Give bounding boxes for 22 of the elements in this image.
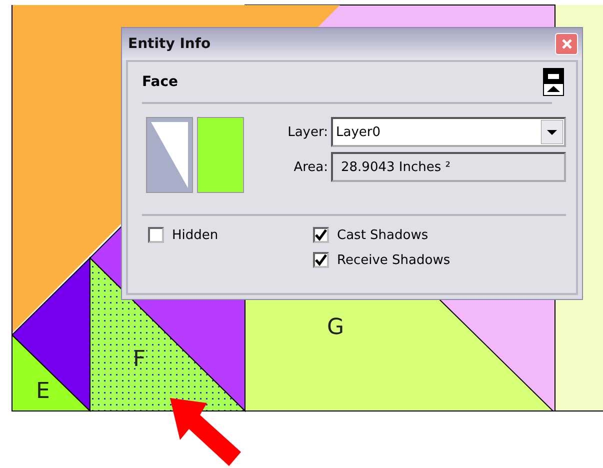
pointer-arrow bbox=[170, 398, 241, 466]
checkbox[interactable] bbox=[313, 252, 329, 268]
checkbox[interactable] bbox=[148, 227, 164, 243]
window-title: Entity Info bbox=[128, 36, 211, 52]
checkbox-option[interactable]: Receive Shadows bbox=[313, 252, 566, 268]
checkbox[interactable] bbox=[313, 227, 329, 243]
face-label: G bbox=[327, 315, 344, 340]
area-field: 28.9043 Inches ² bbox=[331, 152, 566, 182]
section-title: Face bbox=[142, 74, 178, 90]
layer-dropdown[interactable]: Layer0 bbox=[331, 117, 566, 147]
field-label: Layer: bbox=[286, 124, 328, 140]
close-button[interactable] bbox=[555, 33, 578, 55]
collapse-icon[interactable] bbox=[543, 68, 564, 96]
front-material-swatch[interactable] bbox=[197, 117, 244, 193]
face-label: F bbox=[133, 347, 146, 372]
face-label: E bbox=[36, 379, 50, 404]
field-label: Area: bbox=[292, 160, 328, 174]
back-material-swatch[interactable] bbox=[146, 117, 193, 193]
checkbox-option[interactable]: Hidden bbox=[148, 227, 313, 243]
checkbox-option[interactable]: Cast Shadows bbox=[313, 227, 566, 243]
caret-icon bbox=[541, 120, 563, 144]
close-icon bbox=[560, 38, 572, 50]
